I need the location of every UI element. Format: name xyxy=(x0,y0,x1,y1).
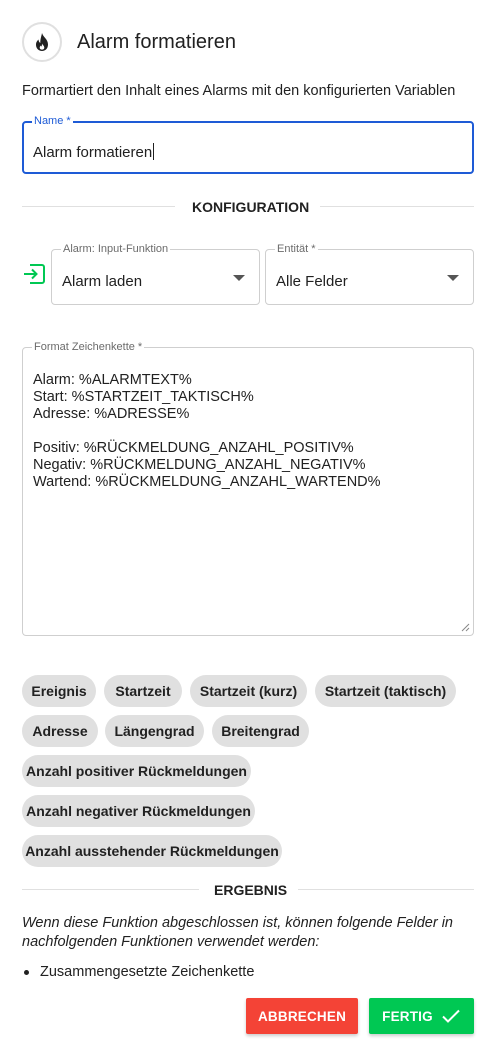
entity-select[interactable]: Entität * Alle Felder xyxy=(265,243,474,305)
dialog-title: Alarm formatieren xyxy=(77,30,236,53)
section-title-result: ERGEBNIS xyxy=(214,882,288,898)
chip-variable[interactable]: Breitengrad xyxy=(212,715,309,747)
text-caret xyxy=(153,143,155,160)
chip-variable[interactable]: Ereignis xyxy=(22,675,96,707)
name-field-label: Name * xyxy=(32,115,73,127)
check-icon xyxy=(442,1009,460,1023)
format-string-value: Alarm: %ALARMTEXT% Start: %STARTZEIT_TAK… xyxy=(33,372,381,490)
divider-right xyxy=(320,206,474,207)
result-list-item: Zusammengesetzte Zeichenkette xyxy=(24,964,254,980)
format-string-textarea[interactable]: Format Zeichenkette * Alarm: %ALARMTEXT%… xyxy=(22,341,474,636)
input-function-label: Alarm: Input-Funktion xyxy=(61,243,171,255)
entity-label: Entität * xyxy=(275,243,318,255)
chip-variable[interactable]: Anzahl negativer Rückmeldungen xyxy=(22,795,255,827)
done-button[interactable]: FERTIG xyxy=(369,998,474,1034)
section-title-configuration: KONFIGURATION xyxy=(192,199,310,215)
result-description: Wenn diese Funktion abgeschlossen ist, k… xyxy=(22,915,453,950)
chip-variable[interactable]: Längengrad xyxy=(105,715,204,747)
flame-icon xyxy=(22,22,62,62)
cancel-button-label: ABBRECHEN xyxy=(257,1008,347,1024)
chip-variable[interactable]: Startzeit xyxy=(104,675,182,707)
name-field[interactable]: Name * Alarm formatieren xyxy=(22,115,474,174)
chip-variable[interactable]: Anzahl ausstehender Rückmeldungen xyxy=(22,835,282,867)
result-list-item-label: Zusammengesetzte Zeichenkette xyxy=(40,964,255,980)
chip-variable[interactable]: Anzahl positiver Rückmeldungen xyxy=(22,755,251,787)
done-button-label: FERTIG xyxy=(382,1008,433,1024)
chip-variable[interactable]: Adresse xyxy=(22,715,98,747)
dialog-description: Formartiert den Inhalt eines Alarms mit … xyxy=(22,83,456,99)
name-field-value: Alarm formatieren xyxy=(33,144,153,161)
chip-variable[interactable]: Startzeit (kurz) xyxy=(190,675,307,707)
format-string-label: Format Zeichenkette * xyxy=(32,341,145,353)
divider-left xyxy=(22,889,199,890)
dropdown-arrow-icon xyxy=(233,275,245,281)
bullet-icon xyxy=(24,969,29,975)
resize-handle-icon[interactable] xyxy=(461,623,470,632)
entity-value: Alle Felder xyxy=(276,273,348,290)
chip-variable[interactable]: Startzeit (taktisch) xyxy=(315,675,456,707)
input-function-value: Alarm laden xyxy=(62,273,143,290)
dialog-header: Alarm formatieren xyxy=(22,22,236,62)
input-function-select[interactable]: Alarm: Input-Funktion Alarm laden xyxy=(51,243,260,305)
dropdown-arrow-icon xyxy=(447,275,459,281)
cancel-button[interactable]: ABBRECHEN xyxy=(246,998,358,1034)
input-arrow-icon xyxy=(22,263,46,285)
divider-right xyxy=(298,889,474,890)
divider-left xyxy=(22,206,175,207)
